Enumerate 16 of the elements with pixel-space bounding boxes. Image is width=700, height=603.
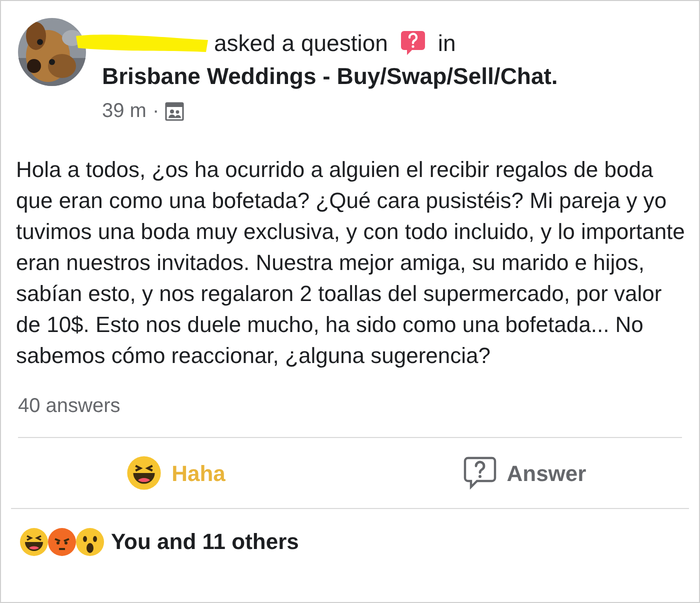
angry-reaction-icon <box>47 526 77 556</box>
question-bubble-icon <box>462 456 497 490</box>
separator-dot: · <box>152 99 160 124</box>
post-time: 39 m <box>102 99 146 124</box>
answer-button[interactable]: Answer <box>350 438 699 508</box>
question-icon <box>400 29 426 57</box>
reaction-summary[interactable]: You and 11 others <box>111 525 299 558</box>
group-audience-icon <box>165 102 184 120</box>
group-link[interactable]: Brisbane Weddings - Buy/Swap/Sell/Chat. <box>102 60 558 92</box>
answer-count[interactable]: 40 answers <box>18 391 120 421</box>
laughing-face-icon <box>126 455 162 491</box>
post-text: Hola a todos, ¿os ha ocurrido a alguien el recibir regalos de boda que eran como una bofetada? ¿Qué cara pusistéis? Mi pareja y yo tuvimos una boda muy exclusiva, y con todo incluido, y lo importante eran nuestros invitados. Nuestra mejor amiga, su marido e hijos, sabían esto, y nos regalaron 2 toallas del supermercado, por valor de 10$. Esto nos duele mucho, ha sido como una bofetada... No sabemos cómo reaccionar, ¿alguna sugerencia? <box>16 156 686 370</box>
post-header-text: asked a question <box>214 28 388 58</box>
wow-reaction-icon <box>75 526 105 556</box>
haha-reaction-icon <box>19 526 49 556</box>
header-in-text: in <box>438 28 456 58</box>
